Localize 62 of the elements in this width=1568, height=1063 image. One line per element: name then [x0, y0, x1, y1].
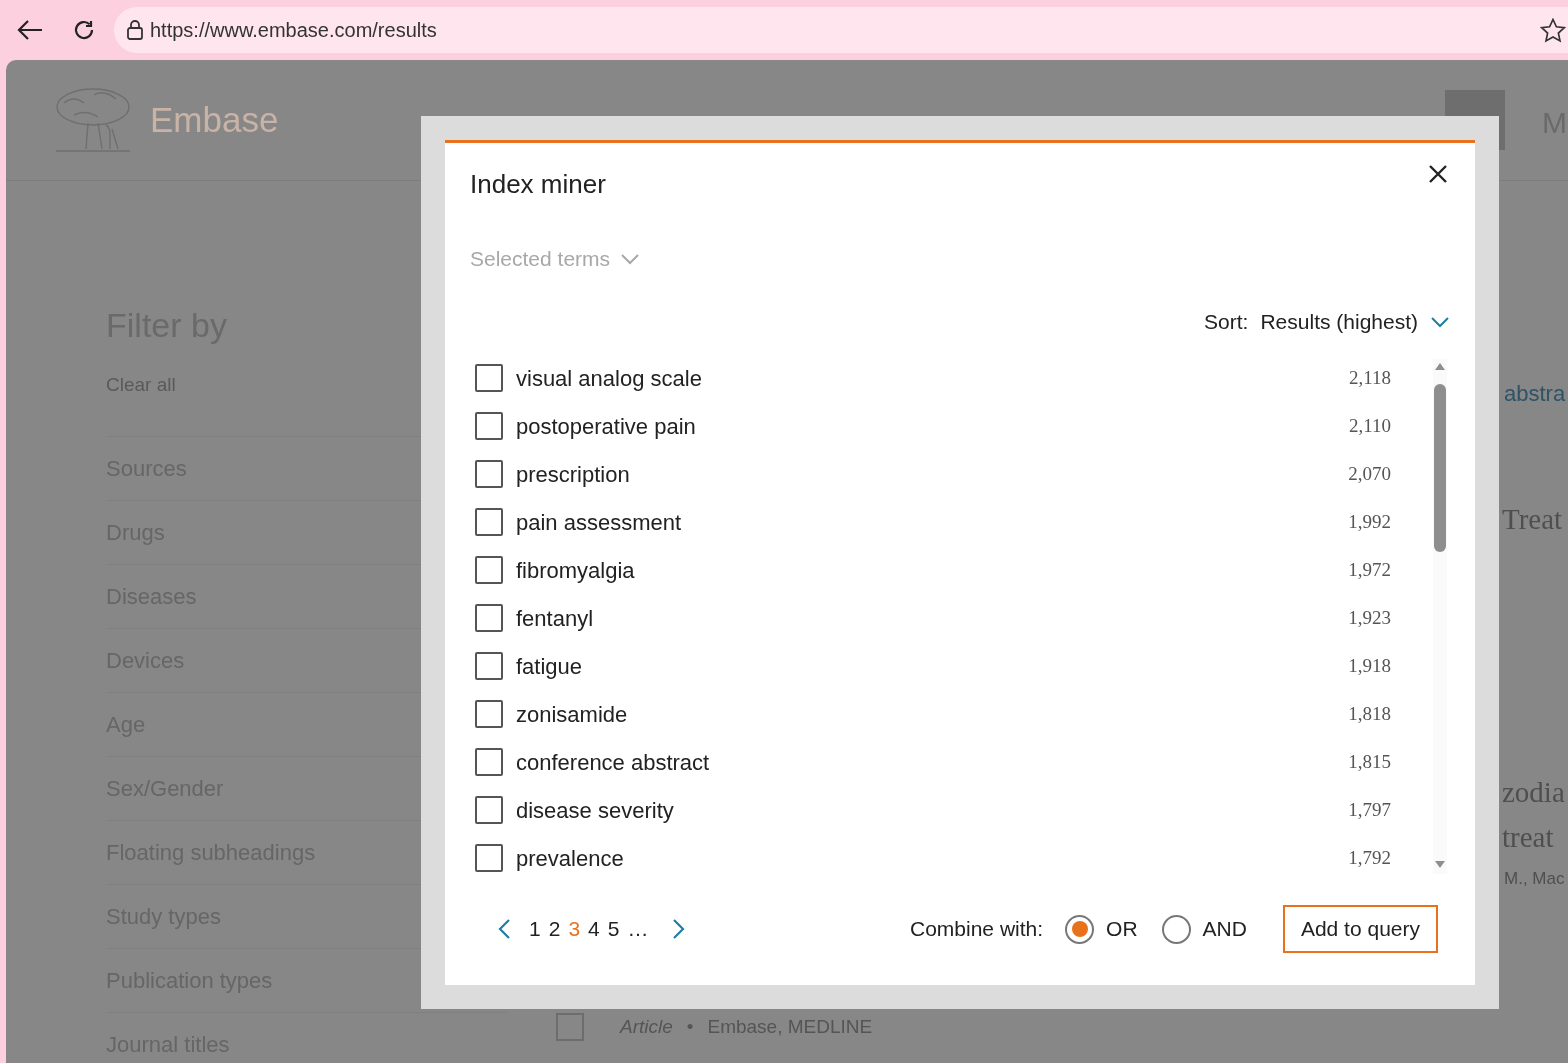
term-checkbox[interactable] — [475, 748, 503, 776]
url-text: https://www.embase.com/results — [150, 18, 437, 43]
term-checkbox[interactable] — [475, 796, 503, 824]
term-count: 1,992 — [1348, 509, 1391, 534]
combine-radio[interactable]: OR — [1065, 913, 1138, 945]
term-label: fatigue — [516, 652, 584, 681]
sort-label: Sort: — [1204, 309, 1249, 335]
term-checkbox[interactable] — [475, 508, 503, 536]
brand-name[interactable]: Embase — [150, 93, 279, 147]
page-link[interactable]: 1 — [525, 913, 545, 945]
scroll-down-icon[interactable] — [1435, 861, 1445, 868]
chevron-down-icon — [1430, 316, 1450, 328]
address-bar[interactable]: https://www.embase.com/results — [114, 7, 1568, 53]
term-checkbox[interactable] — [475, 844, 503, 872]
result-authors: M., Mac — [1503, 868, 1566, 890]
scroll-up-icon[interactable] — [1435, 363, 1445, 370]
term-count: 1,818 — [1348, 701, 1391, 726]
previous-page-icon[interactable] — [497, 918, 511, 940]
term-count: 2,070 — [1348, 461, 1391, 486]
lock-icon — [126, 20, 144, 40]
term-label: prevalence — [516, 844, 625, 873]
page-link[interactable]: 4 — [584, 913, 604, 945]
term-label: zonisamide — [516, 700, 629, 729]
page-link[interactable]: 3 — [564, 913, 585, 945]
term-checkbox[interactable] — [475, 700, 503, 728]
star-icon[interactable] — [1540, 17, 1566, 43]
page-link[interactable]: 2 — [544, 913, 565, 945]
selected-terms-toggle[interactable]: Selected terms — [470, 245, 641, 273]
term-checkbox[interactable] — [475, 412, 503, 440]
term-label: fentanyl — [516, 604, 595, 633]
combine-label: Combine with: — [910, 916, 1044, 943]
term-checkbox[interactable] — [475, 604, 503, 632]
term-label: postoperative pain — [516, 412, 697, 441]
bullet-separator: • — [686, 1014, 694, 1039]
term-label: disease severity — [516, 796, 675, 825]
term-count: 1,797 — [1348, 797, 1391, 822]
modal-title: Index miner — [470, 168, 606, 201]
term-checkbox[interactable] — [475, 652, 503, 680]
term-label: conference abstract — [516, 748, 711, 777]
term-count: 1,972 — [1348, 557, 1391, 582]
term-label: pain assessment — [516, 508, 683, 537]
term-count: 2,110 — [1348, 413, 1391, 438]
term-checkbox[interactable] — [475, 364, 503, 392]
article-checkbox[interactable] — [556, 1013, 584, 1041]
combine-radio[interactable]: AND — [1161, 913, 1247, 945]
term-checkbox[interactable] — [475, 460, 503, 488]
chevron-down-icon — [620, 253, 641, 265]
next-page-icon[interactable] — [672, 918, 687, 940]
page-link[interactable]: … — [623, 913, 653, 945]
add-to-query-button[interactable]: Add to query — [1282, 905, 1438, 953]
term-count: 2,118 — [1348, 365, 1391, 390]
term-count: 1,792 — [1348, 845, 1391, 870]
term-count: 1,815 — [1348, 749, 1391, 774]
term-label: fibromyalgia — [516, 556, 636, 585]
term-label: visual analog scale — [516, 364, 703, 393]
sort-dropdown[interactable]: Results (highest) — [1260, 308, 1450, 336]
scrollbar[interactable] — [1433, 359, 1447, 874]
term-checkbox[interactable] — [475, 556, 503, 584]
page-link[interactable]: 5 — [603, 913, 624, 945]
term-label: prescription — [516, 460, 631, 489]
term-count: 1,918 — [1348, 653, 1391, 678]
term-count: 1,923 — [1348, 605, 1391, 630]
